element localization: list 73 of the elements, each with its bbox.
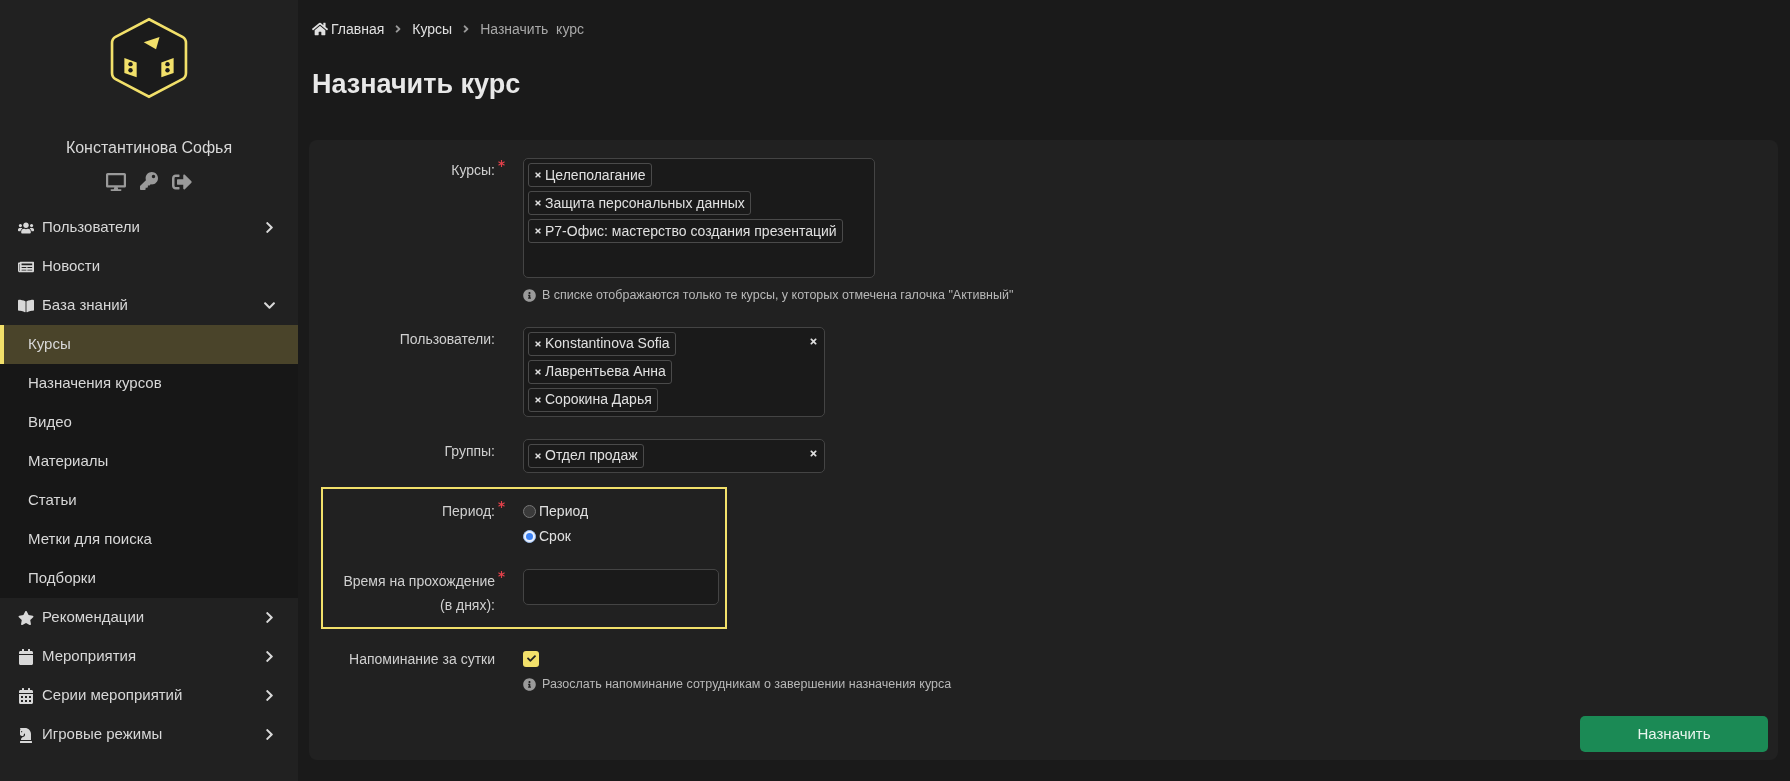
chevron-right-icon — [263, 611, 276, 624]
remove-icon[interactable] — [534, 339, 542, 348]
user-name: Константинова Софья — [65, 138, 233, 158]
hint-text: В списке отображаются только те курсы, у которых отмечена галочка "Активный" — [542, 287, 1014, 304]
chevron-right-icon — [263, 689, 276, 702]
key-icon[interactable] — [140, 172, 158, 190]
check-icon — [526, 654, 536, 664]
sidebar-item[interactable]: База знаний — [0, 286, 298, 325]
remove-icon[interactable] — [534, 227, 542, 235]
clear-icon[interactable] — [809, 336, 818, 346]
remove-icon[interactable] — [534, 451, 542, 460]
remove-icon[interactable] — [534, 367, 542, 376]
multi-select-field[interactable]: Отдел продаж — [523, 438, 825, 473]
breadcrumb-link[interactable]: Главная — [331, 18, 385, 40]
sidebar-item[interactable]: Новости — [0, 247, 298, 286]
chevron-right-icon — [263, 650, 276, 663]
info-icon — [523, 677, 536, 691]
tag-chip[interactable]: Целеполагание — [528, 163, 652, 187]
required-mark-icon — [498, 500, 505, 508]
star-icon — [18, 609, 34, 626]
sidebar-subitem[interactable]: Статьи — [0, 481, 298, 520]
sidebar-subitem[interactable]: Материалы — [0, 442, 298, 481]
tag-chip[interactable]: Защита персональных данных — [528, 191, 751, 215]
sidebar-subitem[interactable]: Назначения курсов — [0, 364, 298, 403]
radio-label: Период — [539, 501, 589, 521]
field-label: Период: — [442, 501, 495, 521]
radio-button[interactable] — [523, 504, 536, 518]
breadcrumb-link[interactable]: Курсы — [412, 18, 453, 40]
chess-piece-icon — [18, 726, 34, 743]
tag-chip[interactable]: Лаврентьева Анна — [528, 359, 672, 384]
sidebar-subitem[interactable]: Курсы — [0, 325, 298, 364]
radio-label: Срок — [539, 526, 571, 546]
multi-select-field[interactable]: Konstantinova Sofia Лаврентьева Анна Сорокина Дарья — [523, 326, 825, 417]
tag-chip[interactable]: Р7-Офис: мастерство создания презентаций — [528, 219, 843, 243]
radio-button[interactable] — [523, 529, 536, 543]
remove-icon[interactable] — [534, 171, 542, 179]
remove-icon[interactable] — [534, 395, 542, 404]
remove-icon[interactable] — [534, 199, 542, 207]
sidebar-item[interactable]: Игровые режимы — [0, 715, 298, 754]
field-label: Пользователи: — [399, 329, 495, 349]
field-label: Напоминание за сутки — [349, 649, 495, 669]
sidebar-item[interactable]: Серии мероприятий — [0, 676, 298, 715]
clear-icon[interactable] — [809, 448, 818, 458]
calendar-grid-icon — [18, 687, 34, 704]
chevron-right-icon — [263, 728, 276, 741]
info-icon — [523, 288, 536, 302]
checkbox[interactable] — [523, 650, 539, 667]
field-label: Курсы: — [451, 161, 495, 180]
days-input[interactable] — [523, 568, 719, 605]
field-label: Время на прохождение (в днях): — [342, 571, 495, 615]
book-icon — [18, 297, 34, 314]
page-title: Назначить курс — [311, 68, 522, 101]
home-icon — [312, 21, 328, 37]
tag-chip[interactable]: Отдел продаж — [528, 443, 644, 468]
sidebar-subitem[interactable]: Видео — [0, 403, 298, 442]
required-mark-icon — [498, 160, 505, 167]
chevron-down-icon — [263, 299, 276, 312]
tag-chip[interactable]: Konstantinova Sofia — [528, 331, 676, 356]
field-label: Группы: — [444, 441, 495, 461]
sidebar-item[interactable]: Пользователи — [0, 208, 298, 247]
tag-chip[interactable]: Сорокина Дарья — [528, 387, 658, 412]
logout-icon[interactable] — [172, 172, 192, 192]
sidebar-subitem[interactable]: Подборки — [0, 559, 298, 598]
multi-select-field[interactable]: Целеполагание Защита персональных данных Р7-Офис: мастерство создания презентаций — [523, 158, 875, 278]
sidebar-item[interactable]: Рекомендации — [0, 598, 298, 637]
hint-text: Разослать напоминание сотрудникам о завершении назначения курса — [542, 675, 952, 693]
monitor-icon[interactable] — [106, 172, 126, 192]
required-mark-icon — [498, 570, 505, 578]
calendar-icon — [18, 648, 34, 665]
sidebar-subitem[interactable]: Метки для поиска — [0, 520, 298, 559]
assign-button[interactable]: Назначить — [1580, 716, 1768, 752]
sidebar-item[interactable]: Мероприятия — [0, 637, 298, 676]
chevron-right-icon — [263, 221, 276, 234]
